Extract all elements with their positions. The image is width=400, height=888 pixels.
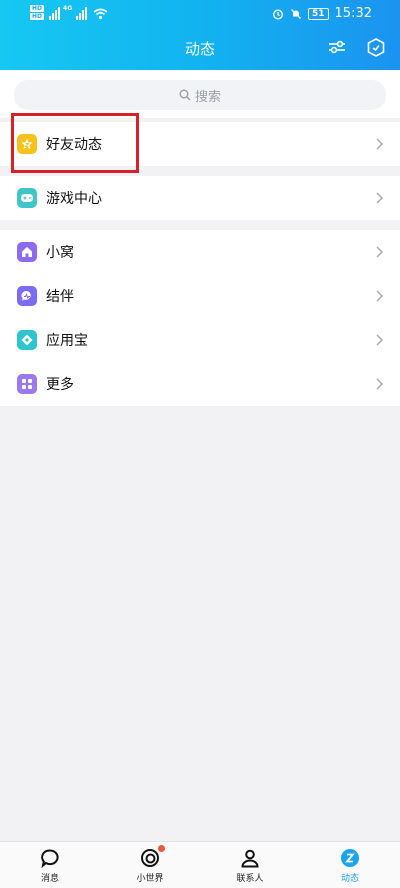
chevron-right-icon [376,290,384,302]
tab-small-world[interactable]: 小世界 [100,842,200,888]
menu-group-1: 好友动态 [0,122,400,166]
menu-item-friends-feed[interactable]: 好友动态 [0,122,400,166]
status-bar-right: 51 15:32 [272,6,372,21]
menu-item-more[interactable]: 更多 [0,362,400,406]
chevron-right-icon [376,378,384,390]
menu-group-3: 小窝 结伴 应用宝 更多 [0,230,400,406]
tab-feed[interactable]: 动态 [300,842,400,888]
tab-label: 小世界 [136,874,164,884]
settings-sliders-icon[interactable] [326,36,348,58]
menu-item-label: 游戏中心 [46,191,102,207]
message-bubble-icon [41,849,59,868]
menu-item-label: 应用宝 [46,333,88,349]
chat-bubble-icon [17,286,37,306]
menu-item-game-center[interactable]: 游戏中心 [0,176,400,220]
bottom-tab-bar: 消息 小世界 联系人 动态 [0,841,400,888]
house-icon [17,242,37,262]
gamepad-icon [17,188,37,208]
tab-contacts[interactable]: 联系人 [200,842,300,888]
chevron-right-icon [376,246,384,258]
status-bar: HD HD 4G 51 15:32 [0,0,400,28]
menu-item-label: 结伴 [46,289,74,305]
app-store-icon [17,330,37,350]
chevron-right-icon [376,334,384,346]
menu-item-label: 好友动态 [46,137,102,153]
alarm-icon [272,8,284,20]
hd-badge: HD HD [30,5,45,20]
search-icon [179,89,191,101]
contacts-person-icon [241,849,259,868]
search-placeholder: 搜索 [194,89,221,105]
chevron-right-icon [376,192,384,204]
tab-messages[interactable]: 消息 [0,842,100,888]
menu-group-2: 游戏中心 [0,176,400,220]
chevron-right-icon [376,138,384,150]
notification-badge [158,845,165,852]
status-time: 15:32 [334,6,372,21]
signal-icon-2 [76,6,88,20]
mute-bell-icon [291,8,301,19]
menu-item-label: 小窝 [46,245,74,261]
feed-star-icon [341,849,359,867]
hexagon-shield-icon[interactable] [365,36,387,58]
tab-label: 消息 [40,874,59,884]
friends-feed-star-icon [17,134,37,154]
search-input[interactable]: 搜索 [14,80,386,110]
menu-item-app-store[interactable]: 应用宝 [0,318,400,362]
tab-label: 联系人 [236,874,264,884]
small-world-icon [141,849,159,867]
menu-item-label: 更多 [46,377,74,393]
menu-item-partner[interactable]: 结伴 [0,274,400,318]
signal-icon [49,6,61,20]
menu-item-small-nest[interactable]: 小窝 [0,230,400,274]
wifi-icon [93,8,108,20]
tab-label: 动态 [340,874,359,884]
grid-icon [17,374,37,394]
battery-indicator: 51 [308,7,329,20]
status-bar-left: HD HD 4G [30,5,108,20]
top-bar: HD HD 4G 51 15:32 动态 [0,0,400,70]
network-type: 4G [63,5,73,12]
